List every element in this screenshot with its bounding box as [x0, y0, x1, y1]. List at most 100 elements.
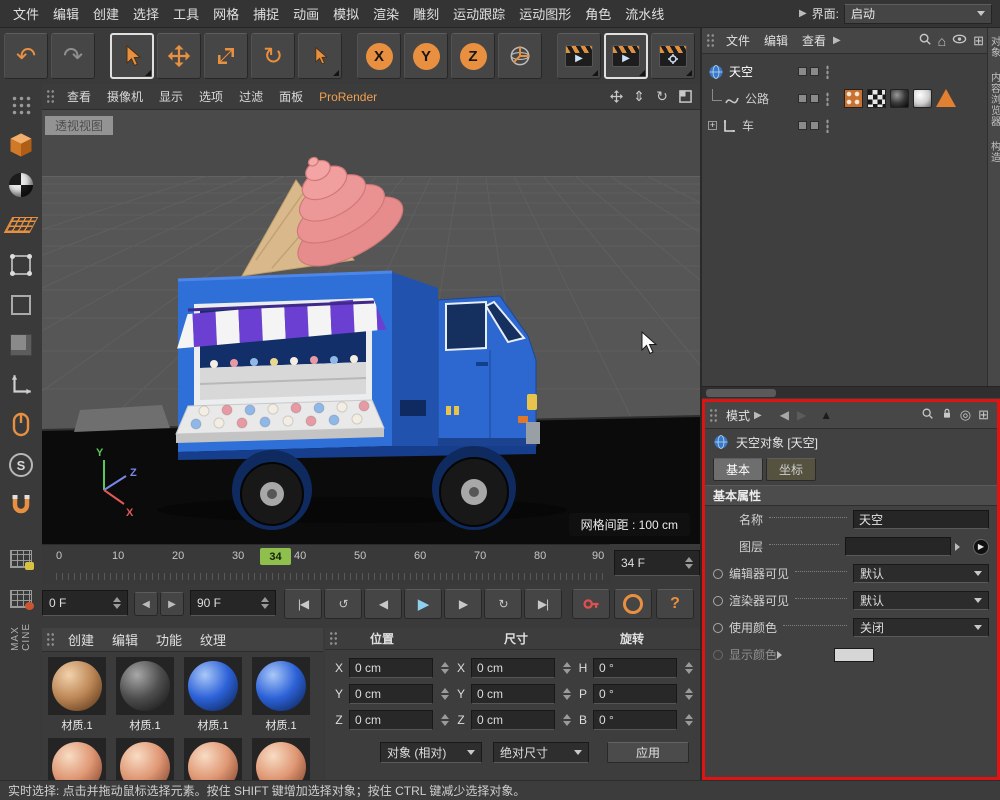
menu-create[interactable]: 创建 — [86, 1, 126, 26]
material-menu-edit[interactable]: 编辑 — [103, 628, 147, 651]
range-end-field[interactable]: 90 F — [190, 590, 276, 616]
rotate-view-icon[interactable]: ↻ — [652, 87, 672, 107]
magnet-snap-button[interactable] — [4, 489, 38, 521]
selection-tag-icon[interactable] — [936, 89, 956, 107]
material-sphere-button[interactable] — [4, 169, 38, 201]
snap-s-button[interactable]: S — [4, 449, 38, 481]
om-menu-file[interactable]: 文件 — [719, 30, 757, 51]
size-x-field[interactable]: 0 cm — [471, 658, 555, 678]
mode-menu[interactable]: 模式 — [722, 407, 754, 424]
apply-button[interactable]: 应用 — [607, 742, 689, 763]
zoom-view-icon[interactable]: ⇕ — [629, 87, 649, 107]
checker-tag-icon[interactable] — [867, 89, 886, 108]
menu-sculpt[interactable]: 雕刻 — [406, 1, 446, 26]
axis-mode-button[interactable] — [4, 369, 38, 401]
viewport-menu-filter[interactable]: 过滤 — [231, 86, 271, 107]
menu-mograph[interactable]: 运动图形 — [512, 1, 578, 26]
stepper[interactable] — [261, 593, 269, 613]
live-selection-button[interactable] — [110, 33, 154, 79]
position-y-field[interactable]: 0 cm — [349, 684, 433, 704]
panel-grip[interactable] — [706, 33, 715, 48]
panel-grip[interactable] — [329, 631, 338, 646]
lock-x-axis-button[interactable]: X — [357, 33, 401, 79]
stepper[interactable] — [113, 593, 121, 613]
dark-material-tag-icon[interactable] — [890, 89, 909, 108]
stepper[interactable] — [563, 658, 571, 678]
light-material-tag-icon[interactable] — [913, 89, 932, 108]
add-panel-icon[interactable]: ⊞ — [978, 407, 989, 423]
autokey-button[interactable] — [614, 589, 652, 619]
viewport-canvas[interactable]: 透视视图 Y Z X 网格间距: 100 cm — [42, 110, 700, 544]
render-settings-button[interactable] — [651, 33, 695, 79]
rotate-tool-button[interactable]: ↻ — [251, 33, 295, 79]
material-item[interactable] — [250, 738, 312, 780]
menu-select[interactable]: 选择 — [126, 1, 166, 26]
object-row-sky[interactable]: 天空 — [702, 58, 1000, 85]
previous-frame-button[interactable]: ◀ — [364, 589, 402, 619]
target-icon[interactable]: ◎ — [960, 407, 971, 423]
display-color-swatch[interactable] — [834, 647, 875, 662]
keyframe-dot[interactable] — [713, 622, 723, 633]
tab-structure[interactable]: 构造 — [987, 141, 1000, 163]
render-visible-dropdown[interactable]: 默认 — [853, 591, 989, 610]
range-start-field[interactable]: 0 F — [42, 590, 128, 616]
menu-pipeline[interactable]: 流水线 — [618, 1, 671, 26]
timeline-ruler[interactable]: 0 10 20 30 40 50 60 70 80 90 34 — [42, 544, 610, 584]
goto-end-button[interactable]: ▶| — [524, 589, 562, 619]
keyframe-dot[interactable] — [713, 568, 723, 579]
workplane-snap-button[interactable] — [4, 583, 38, 615]
render-view-button[interactable]: ▶ — [557, 33, 601, 79]
pan-view-icon[interactable] — [606, 87, 626, 107]
points-mode-button[interactable] — [4, 249, 38, 281]
panel-grip[interactable] — [709, 407, 718, 423]
stepper[interactable] — [685, 684, 693, 704]
object-name[interactable]: 天空 — [729, 63, 753, 80]
viewport-menu-cameras[interactable]: 摄像机 — [99, 86, 151, 107]
material-tags[interactable] — [844, 89, 956, 108]
polygons-mode-button[interactable] — [4, 329, 38, 361]
object-row-road[interactable]: 公路 — [702, 85, 1000, 112]
material-item[interactable]: 材质.1 — [250, 657, 312, 733]
viewport-menu-options[interactable]: 选项 — [191, 86, 231, 107]
viewport-solo-button[interactable] — [4, 409, 38, 441]
record-keyframe-button[interactable] — [572, 589, 610, 619]
add-plane-button[interactable] — [3, 209, 39, 241]
tab-coordinates[interactable]: 坐标 — [766, 458, 817, 481]
layer-input[interactable] — [845, 537, 951, 556]
position-x-field[interactable]: 0 cm — [349, 658, 433, 678]
menu-tools[interactable]: 工具 — [166, 1, 206, 26]
viewport-menu-display[interactable]: 显示 — [151, 86, 191, 107]
material-menu-function[interactable]: 功能 — [147, 628, 191, 651]
up-hierarchy-icon[interactable]: ▲ — [820, 408, 832, 422]
render-picture-viewer-button[interactable]: ▶ — [604, 33, 648, 79]
object-name[interactable]: 公路 — [745, 90, 769, 107]
material-item[interactable] — [114, 738, 176, 780]
layer-browser-icon[interactable]: ▶ — [973, 538, 989, 555]
menu-character[interactable]: 角色 — [578, 1, 618, 26]
texture-tag-icon[interactable] — [844, 89, 863, 108]
size-z-field[interactable]: 0 cm — [471, 710, 555, 730]
tab-content-browser[interactable]: 内容浏览器 — [987, 72, 1000, 127]
om-horizontal-scrollbar[interactable] — [702, 386, 1000, 398]
size-y-field[interactable]: 0 cm — [471, 684, 555, 704]
search-icon[interactable] — [921, 407, 934, 423]
visibility-toggles[interactable] — [798, 67, 819, 76]
material-item[interactable]: 材质.1 — [46, 657, 108, 733]
coordinate-system-button[interactable] — [498, 33, 542, 79]
menu-motion-tracker[interactable]: 运动跟踪 — [446, 1, 512, 26]
deformer-dots-icon[interactable] — [4, 89, 38, 121]
coordinate-space-dropdown[interactable]: 对象 (相对) — [380, 742, 482, 763]
goto-start-button[interactable]: |◀ — [284, 589, 322, 619]
range-prev-button[interactable]: ◀ — [134, 592, 158, 616]
visibility-toggles[interactable] — [798, 94, 819, 103]
keyframe-dot[interactable] — [713, 649, 723, 660]
size-mode-dropdown[interactable]: 绝对尺寸 — [493, 742, 589, 763]
redo-button[interactable]: ↷ — [51, 33, 95, 79]
stepper[interactable] — [685, 658, 693, 678]
stepper[interactable] — [441, 710, 449, 730]
stepper[interactable] — [685, 553, 693, 573]
lock-y-axis-button[interactable]: Y — [404, 33, 448, 79]
menu-render[interactable]: 渲染 — [366, 1, 406, 26]
home-icon[interactable]: ⌂ — [938, 33, 946, 49]
eye-icon[interactable] — [952, 33, 967, 48]
